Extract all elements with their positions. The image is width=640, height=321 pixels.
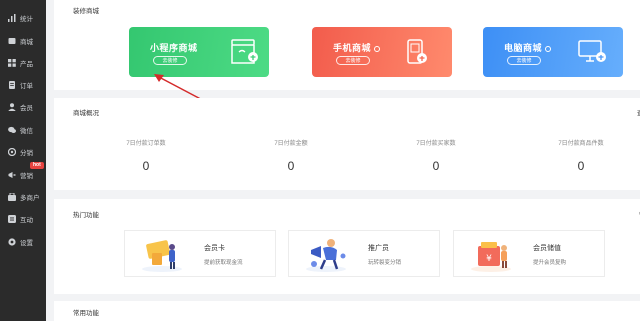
interaction-icon [7, 215, 16, 224]
sidebar-item-settings[interactable]: 设置 [0, 232, 46, 252]
main-content: 装修商城 小程序商城 去装修 手机商城 去装修 电脑商城 去装修 商城概况 7日… [46, 0, 640, 321]
mobile-store-card[interactable]: 手机商城 去装修 [312, 27, 452, 77]
wechat-icon [7, 126, 16, 135]
shop-icon [229, 37, 259, 67]
feature-desc: 提升会员复购 [533, 260, 567, 266]
stat-label: 7日付款订单数 [126, 141, 166, 147]
card-title-text: 手机商城 [333, 44, 372, 54]
sidebar-item-member[interactable]: 会员 [0, 97, 46, 117]
stat-label: 7日付款买家数 [416, 141, 456, 147]
sidebar-item-label: 商城 [20, 39, 33, 46]
stat-value: 0 [287, 159, 295, 173]
stored-value-illustration: ¥ [471, 242, 511, 272]
card-title: 小程序商城 [150, 44, 198, 54]
sidebar-item-wechat[interactable]: 微信 [0, 120, 46, 140]
card-title: 手机商城 [333, 41, 381, 54]
stat-value: 0 [432, 159, 440, 173]
feature-stored-value[interactable]: ¥ 会员储值 提升会员复购 [453, 230, 605, 277]
svg-text:¥: ¥ [486, 254, 492, 264]
feature-name: 会员储值 [533, 245, 561, 252]
multi-merchant-icon [7, 193, 16, 202]
sidebar-item-label: 互动 [20, 217, 33, 224]
stat-label: 7日付款商品件数 [558, 141, 604, 147]
sidebar: 统计 商城 产品 订单 会员 微信 分销 营销 多商户 互动 设置 hot [0, 0, 46, 321]
decorate-button[interactable]: 去装修 [507, 56, 541, 65]
sidebar-item-label: 设置 [20, 240, 33, 247]
settings-icon [7, 238, 16, 247]
member-icon [7, 103, 16, 112]
hot-badge: hot [30, 162, 44, 169]
sidebar-item-label: 营销 [20, 173, 33, 180]
stat-value: 0 [577, 159, 585, 173]
verified-icon [374, 45, 381, 52]
stat-orders: 7日付款订单数 0 [86, 138, 206, 173]
overview-title: 商城概况 [73, 110, 99, 117]
stat-amount: 7日付款金额 0 [231, 138, 351, 173]
stat-items: 7日付款商品件数 0 [521, 138, 640, 173]
common-features-panel: 常用功能 [54, 301, 640, 321]
sidebar-item-label: 订单 [20, 83, 33, 90]
decorate-panel: 装修商城 小程序商城 去装修 手机商城 去装修 电脑商城 去装修 [54, 0, 640, 106]
pc-store-card[interactable]: 电脑商城 去装修 [483, 27, 623, 77]
sidebar-item-order[interactable]: 订单 [0, 75, 46, 95]
stat-value: 0 [142, 159, 150, 173]
feature-name: 推广员 [368, 245, 389, 252]
desktop-icon [576, 37, 608, 67]
overview-panel: 商城概况 查看 7日付款订单数 0 7日付款金额 0 7日付款买家数 0 7日付… [54, 98, 640, 190]
sidebar-item-stats[interactable]: 统计 [0, 8, 46, 28]
sidebar-item-distribution[interactable]: 分销 [0, 142, 46, 162]
order-icon [7, 81, 16, 90]
hot-features-title: 热门功能 [73, 212, 99, 219]
sidebar-item-interaction[interactable]: 互动 [0, 209, 46, 229]
feature-member-card[interactable]: 会员卡 提前获取现金流 [124, 230, 276, 277]
card-title-text: 电脑商城 [504, 44, 543, 54]
chart-icon [7, 14, 16, 23]
feature-name: 会员卡 [204, 245, 225, 252]
sidebar-item-store[interactable]: 商城 [0, 31, 46, 51]
feature-desc: 提前获取现金流 [204, 260, 243, 266]
verified-icon [545, 45, 552, 52]
common-features-title: 常用功能 [73, 310, 99, 317]
sidebar-item-product[interactable]: 产品 [0, 53, 46, 73]
store-icon [7, 37, 16, 46]
sidebar-item-label: 产品 [20, 61, 33, 68]
feature-desc: 玩转裂变分销 [368, 260, 402, 266]
phone-icon [404, 37, 434, 67]
sidebar-item-multi-merchant[interactable]: 多商户 [0, 187, 46, 207]
decorate-title: 装修商城 [73, 8, 99, 15]
card-title: 电脑商城 [504, 41, 552, 54]
sidebar-item-label: 分销 [20, 150, 33, 157]
marketing-icon [7, 171, 16, 180]
promoter-illustration [306, 239, 346, 272]
sidebar-item-label: 统计 [20, 16, 33, 23]
sidebar-item-label: 会员 [20, 105, 33, 112]
decorate-button[interactable]: 去装修 [153, 56, 187, 65]
stat-buyers: 7日付款买家数 0 [376, 138, 496, 173]
member-card-illustration [142, 240, 182, 272]
product-icon [7, 59, 16, 68]
sidebar-item-label: 微信 [20, 128, 33, 135]
sidebar-item-label: 多商户 [20, 195, 40, 202]
stat-label: 7日付款金额 [274, 141, 308, 147]
feature-promoter[interactable]: 推广员 玩转裂变分销 [288, 230, 440, 277]
distribution-icon [7, 148, 16, 157]
decorate-button[interactable]: 去装修 [336, 56, 370, 65]
